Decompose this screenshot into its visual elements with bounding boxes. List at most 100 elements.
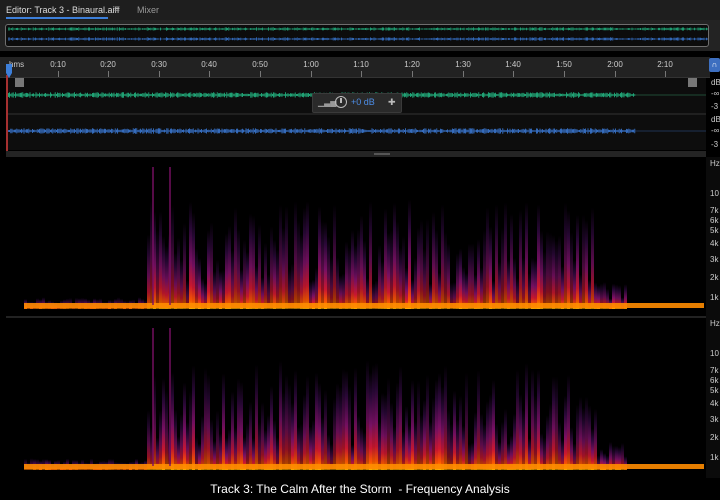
- spectral-frequency-display[interactable]: [6, 157, 706, 478]
- spectrogram-column: [507, 260, 510, 309]
- spectrogram-column: [243, 239, 246, 309]
- spectrogram-column: [303, 394, 306, 470]
- spectrogram-column: [486, 401, 489, 470]
- spectrogram-column: [336, 383, 339, 470]
- spectrogram-column: [291, 402, 294, 470]
- overview-waveform-ch2: [8, 37, 708, 41]
- spectrogram-column: [264, 242, 267, 309]
- spectrogram-column: [483, 229, 486, 309]
- spectrogram-column: [522, 410, 525, 470]
- spectrogram-column: [480, 267, 483, 309]
- overview-panel: [0, 20, 720, 51]
- hz-label: 7k: [710, 366, 719, 375]
- tab-mixer[interactable]: Mixer: [137, 0, 159, 20]
- spectrogram-column: [498, 261, 501, 309]
- spectrogram-column: [462, 425, 465, 470]
- spectrogram-column: [234, 427, 237, 470]
- ruler-tick: [615, 71, 616, 77]
- hz-label: 2k: [710, 273, 719, 282]
- ruler-tick-label: 0:10: [50, 60, 66, 69]
- spectrogram-low-band: [24, 303, 704, 308]
- spectrogram-column: [399, 366, 402, 470]
- spectrogram-column: [183, 382, 186, 470]
- snap-magnet-icon[interactable]: ∩: [709, 58, 720, 72]
- spectrogram-column: [192, 212, 195, 309]
- spectrogram-column: [435, 379, 438, 470]
- hamburger-menu-icon[interactable]: ≡: [114, 0, 120, 20]
- spectrogram-column: [306, 201, 309, 309]
- spectrogram-column: [162, 378, 165, 470]
- spectrogram-column: [147, 234, 150, 309]
- spectrogram-column: [237, 229, 240, 309]
- spectrogram-column: [357, 415, 360, 470]
- ruler-tick: [108, 71, 109, 77]
- spectrogram-column: [423, 248, 426, 309]
- spectrogram-column: [189, 390, 192, 470]
- spectrogram-column: [384, 208, 387, 309]
- spectrogram-column: [195, 248, 198, 309]
- spectrogram-transient: [152, 328, 154, 466]
- spectrogram-column: [378, 421, 381, 470]
- spectrogram-column: [561, 266, 564, 309]
- db-label: -3: [711, 102, 719, 111]
- hz-label: 4k: [710, 239, 719, 248]
- spectrogram-column: [453, 390, 456, 470]
- spectrogram-column: [270, 385, 273, 470]
- ruler-tick-label: 0:40: [201, 60, 217, 69]
- volume-knob-icon[interactable]: [335, 96, 347, 108]
- playhead[interactable]: [6, 75, 8, 151]
- spectrogram-column: [165, 390, 168, 470]
- zoom-left-handle-icon[interactable]: [15, 78, 24, 87]
- spectrogram-column: [441, 386, 444, 470]
- spectrogram-column: [555, 240, 558, 309]
- spectrogram-column: [165, 245, 168, 309]
- spectrogram-column: [573, 260, 576, 309]
- spectrogram-column: [525, 363, 528, 470]
- spectrogram-column: [468, 243, 471, 309]
- spectrogram-column: [486, 207, 489, 309]
- spectrogram-column: [426, 374, 429, 470]
- spectrogram-column: [162, 236, 165, 309]
- spectrogram-column: [396, 382, 399, 470]
- spectrogram-column: [447, 409, 450, 470]
- spectrogram-column: [552, 234, 555, 309]
- spectrogram-column: [249, 401, 252, 470]
- spectrogram-column: [285, 206, 288, 309]
- spectrogram-column: [216, 410, 219, 470]
- spectrogram-column: [159, 211, 162, 309]
- spectrogram-column: [459, 248, 462, 309]
- spectrogram-column: [369, 201, 372, 309]
- spectrogram-column: [210, 222, 213, 309]
- pin-icon[interactable]: ✚: [388, 97, 396, 108]
- spectrogram-column: [531, 257, 534, 309]
- spectrogram-column: [438, 372, 441, 470]
- ruler-tick: [209, 71, 210, 77]
- timeline-ruler[interactable]: hms 0:10 0:20 0:30 0:40 0:50 1:00 1:10 1…: [0, 57, 710, 78]
- waveform-display[interactable]: [6, 78, 706, 150]
- spectrogram-column: [585, 396, 588, 470]
- spectrogram-column: [282, 227, 285, 309]
- splitter-grip-icon[interactable]: [374, 153, 390, 155]
- spectrogram-column: [315, 267, 318, 309]
- spectrogram-column: [417, 227, 420, 309]
- spectrogram-column: [576, 404, 579, 470]
- spectrogram-column: [198, 258, 201, 309]
- playhead-cursor-icon[interactable]: [4, 64, 14, 80]
- spectrogram-column: [381, 261, 384, 309]
- spectrogram-column: [363, 240, 366, 309]
- spectrogram-transient: [169, 328, 171, 466]
- hz-label: 10: [710, 189, 719, 198]
- spectrogram-column: [312, 419, 315, 470]
- spectrogram-column: [534, 395, 537, 470]
- active-tab-indicator: [6, 17, 108, 19]
- zoom-right-handle-icon[interactable]: [688, 78, 697, 87]
- spectrogram-column: [570, 232, 573, 309]
- spectrogram-column: [501, 421, 504, 470]
- spectrogram-column: [171, 372, 174, 470]
- spectrogram-column: [414, 257, 417, 309]
- spectrogram-column: [384, 394, 387, 470]
- spectrogram-column: [399, 247, 402, 309]
- spectrogram-column: [234, 207, 237, 309]
- overview-waveform-ch1: [8, 27, 708, 31]
- hz-label: 6k: [710, 216, 719, 225]
